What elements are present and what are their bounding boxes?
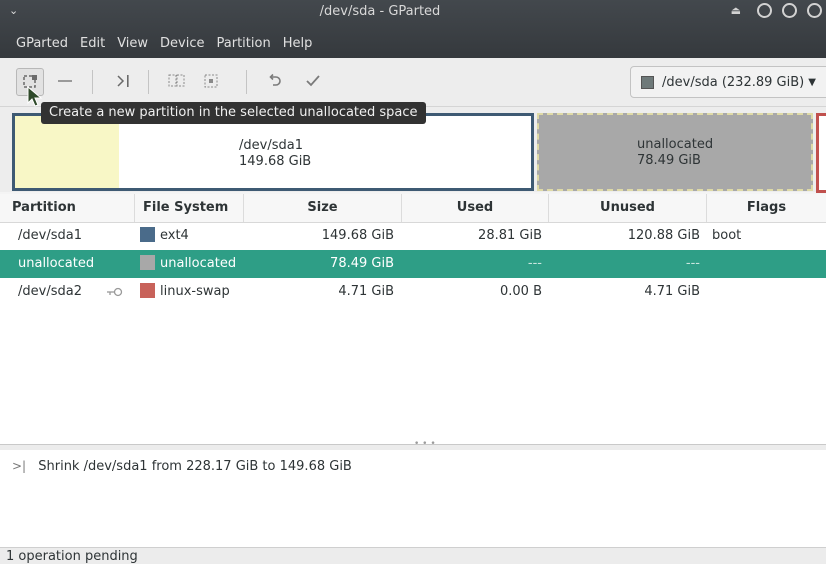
undo-button[interactable] [262,68,288,94]
paste-icon [204,74,218,88]
mouse-cursor-icon [27,86,43,107]
menu-gparted[interactable]: GParted [0,34,74,56]
key-icon [107,287,123,297]
menu-device[interactable]: Device [154,34,210,56]
eject-icon[interactable]: ⏏ [731,4,741,17]
column-header-used[interactable]: Used [402,194,549,222]
apply-icon [306,75,320,87]
partition-block-label: /dev/sda1 149.68 GiB [239,138,311,170]
operation-item[interactable]: >| Shrink /dev/sda1 from 228.17 GiB to 1… [12,459,352,474]
menu-bar: GParted Edit View Device Partition Help [0,34,318,56]
table-row[interactable]: /dev/sda1 ext4 149.68 GiB 28.81 GiB 120.… [0,222,826,250]
toolbar: /dev/sda (232.89 GiB) ▼ [0,58,826,107]
toolbar-separator [92,70,93,94]
minimize-button[interactable] [757,3,772,18]
partition-block-label: unallocated 78.49 GiB [637,137,713,169]
cell-file-system-label: unallocated [160,256,237,271]
cell-partition: unallocated [18,256,95,271]
disk-icon [641,75,654,89]
partition-block-size: 149.68 GiB [239,154,312,169]
resize-operation-icon: >| [12,459,27,473]
resize-move-button[interactable] [110,68,136,94]
cell-size: 4.71 GiB [338,284,394,299]
device-selector-label: /dev/sda (232.89 GiB) [662,74,805,90]
grip-icon: • • • [414,439,436,449]
cell-unused: 4.71 GiB [644,284,700,299]
toolbar-separator [246,70,247,94]
partition-table: Partition File System Size Used Unused F… [0,194,826,444]
cell-used: --- [527,256,542,271]
title-bar: ⌄ /dev/sda - GParted ⏏ GParted Edit View… [0,0,826,58]
partition-block-name: /dev/sda1 [239,138,303,153]
cell-flags: boot [712,228,742,243]
fs-color-swatch [140,255,155,270]
copy-button[interactable] [164,68,190,94]
table-row[interactable]: /dev/sda2 linux-swap 4.71 GiB 0.00 B 4.7… [0,278,826,306]
table-header: Partition File System Size Used Unused F… [0,194,826,223]
cell-used: 0.00 B [500,284,542,299]
column-header-flags[interactable]: Flags [707,194,826,222]
fs-color-swatch [140,283,155,298]
apply-button[interactable] [300,68,326,94]
operation-text: Shrink /dev/sda1 from 228.17 GiB to 149.… [38,459,352,474]
close-button[interactable] [807,3,822,18]
delete-button[interactable] [52,68,78,94]
column-header-file-system[interactable]: File System [135,194,244,222]
cell-partition: /dev/sda1 [18,228,82,243]
cell-file-system: linux-swap [140,278,230,306]
cell-file-system: ext4 [140,222,189,250]
cell-unused: --- [685,256,700,271]
cell-used: 28.81 GiB [478,228,542,243]
cell-size: 78.49 GiB [330,256,394,271]
column-header-unused[interactable]: Unused [549,194,707,222]
partition-block-sda1[interactable]: /dev/sda1 149.68 GiB [12,113,534,191]
menu-help[interactable]: Help [277,34,319,56]
status-text: 1 operation pending [6,549,138,564]
pending-operations-list: >| Shrink /dev/sda1 from 228.17 GiB to 1… [0,450,826,547]
menu-edit[interactable]: Edit [74,34,111,56]
chevron-down-icon: ▼ [808,76,816,88]
fs-color-swatch [140,227,155,242]
maximize-button[interactable] [782,3,797,18]
toolbar-separator [148,70,149,94]
used-space-bar [15,116,119,188]
table-row[interactable]: unallocated unallocated 78.49 GiB --- --… [0,250,826,278]
menu-view[interactable]: View [111,34,154,56]
cell-partition: /dev/sda2 [18,284,82,299]
cell-file-system: unallocated [140,250,236,278]
partition-block-sda2[interactable] [816,113,826,193]
cell-unused: 120.88 GiB [627,228,700,243]
copy-icon [168,74,185,87]
menu-partition[interactable]: Partition [211,34,277,56]
delete-icon [58,80,72,82]
partition-block-name: unallocated [637,137,714,152]
column-header-partition[interactable]: Partition [0,194,135,222]
cell-size: 149.68 GiB [321,228,394,243]
resize-move-icon [117,75,129,87]
window-controls: ⏏ [731,3,822,18]
partition-block-size: 78.49 GiB [637,153,701,168]
window-title: /dev/sda - GParted [319,4,441,19]
device-selector[interactable]: /dev/sda (232.89 GiB) ▼ [630,66,826,98]
status-bar: 1 operation pending [0,547,826,564]
undo-icon [269,73,281,86]
partition-block-unallocated[interactable]: unallocated 78.49 GiB [537,113,813,191]
cell-file-system-label: ext4 [160,228,189,243]
cell-file-system-label: linux-swap [160,284,230,299]
paste-button[interactable] [198,68,224,94]
tooltip: Create a new partition in the selected u… [41,102,426,124]
column-header-size[interactable]: Size [244,194,402,222]
